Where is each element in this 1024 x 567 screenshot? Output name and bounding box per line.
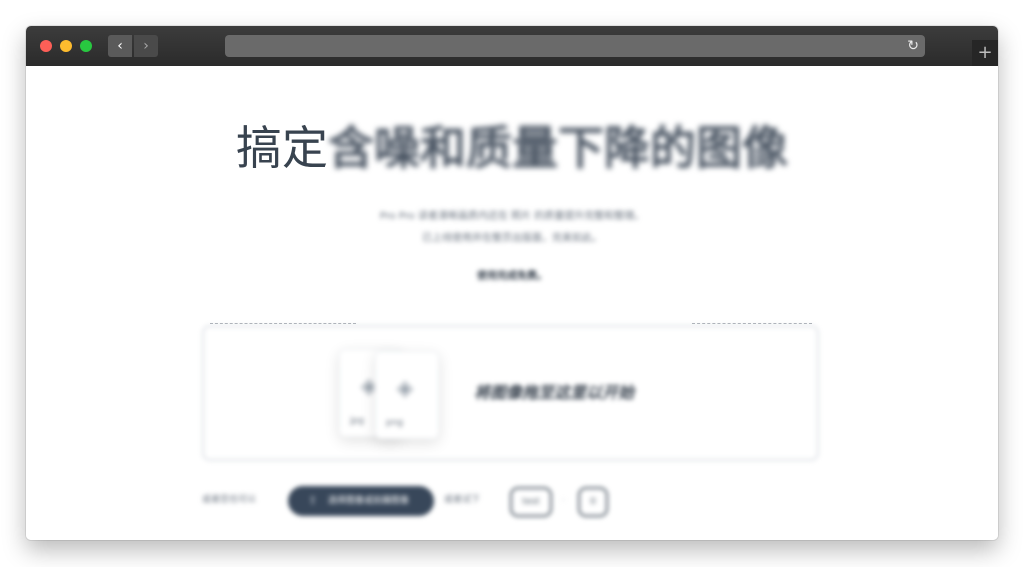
address-bar[interactable]: ↻ (225, 35, 925, 57)
reload-icon[interactable]: ↻ (907, 35, 919, 57)
choose-image-button[interactable]: ⇪ 选择图像或拍摄图像 (288, 486, 434, 516)
page-title-strong: 搞定 (236, 121, 328, 175)
file-card-png: ◈ png (375, 351, 439, 439)
close-window-button[interactable] (40, 40, 52, 52)
back-button[interactable]: ‹ (108, 35, 132, 57)
minimize-window-button[interactable] (60, 40, 72, 52)
drop-zone[interactable]: ◈ jpg ◈ png 将图像拖至这里以开始 (202, 325, 819, 461)
file-ext-jpg: jpg (350, 416, 364, 426)
forward-button[interactable]: › (134, 35, 158, 57)
page-title-soft: 含噪和质量下降的图像 (328, 121, 788, 175)
sample-separator: · (562, 496, 565, 506)
divider-right (692, 323, 812, 324)
upload-icon: ⇪ (308, 494, 318, 507)
page-content: 搞定含噪和质量下降的图像 Pro Pro 读者清晰画质内还在 照片 的质量提升完… (26, 66, 998, 540)
free-note: 使用完成免费。 (477, 271, 547, 282)
browser-window: ‹ › ↻ + 搞定含噪和质量下降的图像 Pro Pro 读者清晰画质内还在 照… (26, 26, 998, 540)
new-tab-button[interactable]: + (972, 40, 998, 66)
alt-label: 或者您也可以 (202, 495, 257, 505)
subtitle-line-1: Pro Pro 读者清晰画质内还在 照片 的质量提升完整和整理。 (379, 211, 645, 222)
sample-image-button-2[interactable]: 0 (578, 487, 608, 517)
divider-left (210, 323, 356, 324)
choose-image-button-label: 选择图像或拍摄图像 (328, 496, 410, 506)
page-title: 搞定含噪和质量下降的图像 (26, 118, 998, 178)
browser-titlebar: ‹ › ↻ + (26, 26, 998, 66)
subtitle-line-2: 已上线使用并在整页出版面，完美如此。 (422, 233, 602, 244)
sample-image-button-1[interactable]: test (510, 487, 552, 517)
file-ext-png: png (386, 418, 404, 428)
try-label: 或者试下 (444, 495, 481, 505)
screen: ‹ › ↻ + 搞定含噪和质量下降的图像 Pro Pro 读者清晰画质内还在 照… (0, 0, 1024, 567)
zoom-window-button[interactable] (80, 40, 92, 52)
image-icon: ◈ (396, 376, 414, 401)
drop-zone-text: 将图像拖至这里以开始 (474, 383, 635, 402)
